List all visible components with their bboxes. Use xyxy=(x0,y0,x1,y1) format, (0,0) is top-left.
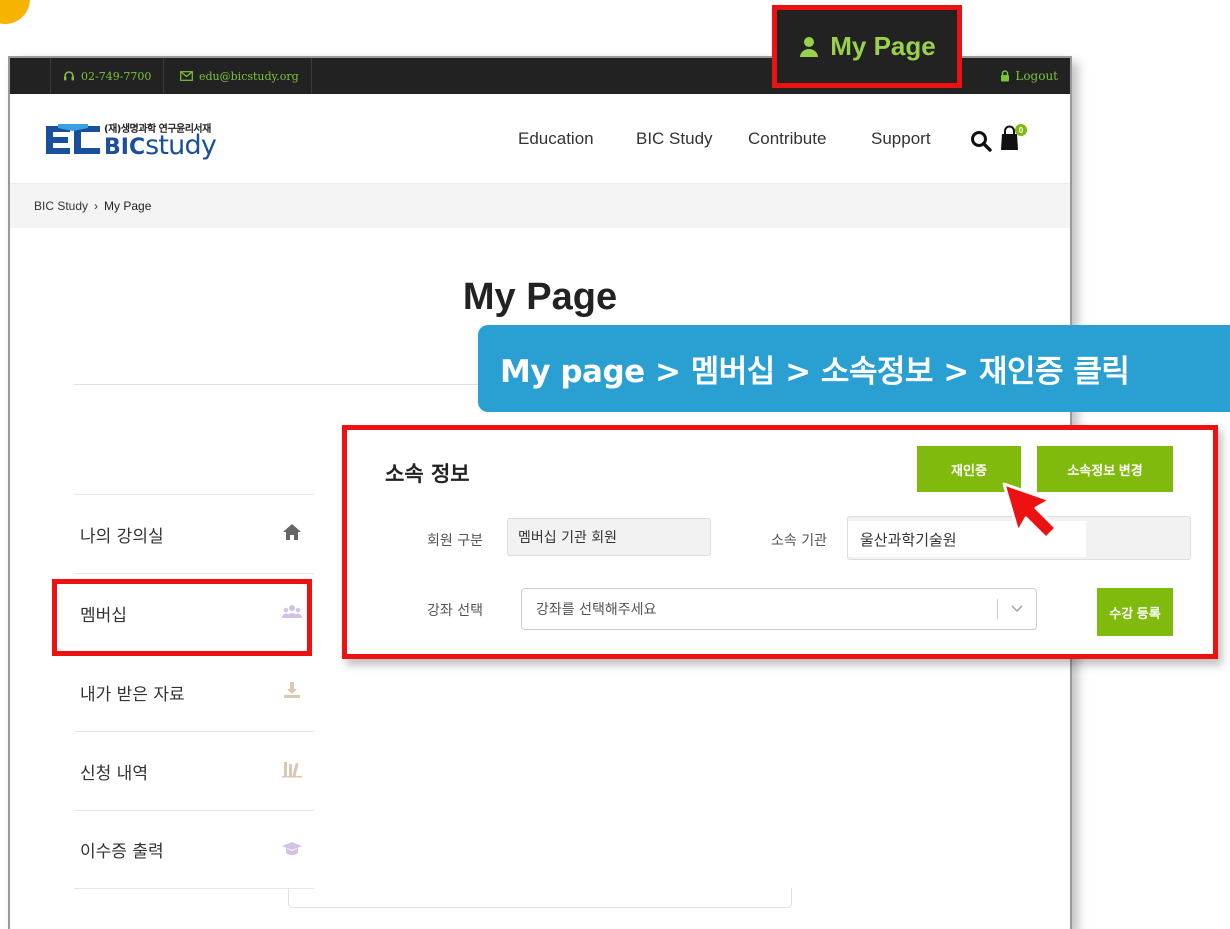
pointer-arrow-icon xyxy=(1002,482,1058,540)
books-icon xyxy=(282,762,302,778)
logout-label: Logout xyxy=(1015,69,1058,83)
phone-number: 02-749-7700 xyxy=(81,69,152,83)
nav-education[interactable]: Education xyxy=(518,94,594,184)
logo-brand-light: study xyxy=(145,130,217,161)
select-separator xyxy=(997,599,998,619)
sidebar-item-my-materials[interactable]: 내가 받은 자료 xyxy=(74,652,314,731)
nav-support[interactable]: Support xyxy=(871,94,931,184)
sidebar-item-label: 이수증 출력 xyxy=(80,842,164,862)
page-title: My Page xyxy=(462,276,618,318)
breadcrumb: BIC Study › My Page xyxy=(10,184,1070,228)
cart-count: 0 xyxy=(1019,126,1024,135)
breadcrumb-parent[interactable]: BIC Study xyxy=(34,199,88,213)
affiliation-panel: 소속 정보 재인증 소속정보 변경 회원 구분 멤버십 기관 회원 소속 기관 … xyxy=(342,425,1218,659)
member-type-field: 멤버십 기관 회원 xyxy=(507,518,711,556)
envelope-icon xyxy=(180,71,193,81)
site-header: (재)생명과학 연구윤리서재 BICstudy Education BIC St… xyxy=(10,94,1070,184)
phone-contact[interactable]: 02-749-7700 xyxy=(50,58,165,94)
course-label: 강좌 선택 xyxy=(427,603,483,619)
logout-link[interactable]: Logout xyxy=(1000,58,1058,94)
my-page-callout-label: My Page xyxy=(830,31,936,61)
email-address: edu@bicstudy.org xyxy=(199,69,299,83)
sidebar-item-label: 내가 받은 자료 xyxy=(80,684,185,705)
logo-mark-icon xyxy=(46,124,100,154)
headset-icon xyxy=(64,71,74,81)
search-icon[interactable] xyxy=(970,130,992,152)
nav-contribute[interactable]: Contribute xyxy=(748,94,826,184)
member-type-value: 멤버십 기관 회원 xyxy=(518,530,618,546)
download-icon xyxy=(284,682,300,698)
tutorial-screenshot: 02-749-7700 edu@bicstudy.org Logout (재)생… xyxy=(0,0,1230,929)
instruction-banner: My page > 멤버십 > 소속정보 > 재인증 클릭 xyxy=(478,325,1230,412)
affiliation-title: 소속 정보 xyxy=(385,462,470,486)
my-page-callout[interactable]: My Page xyxy=(772,5,962,88)
org-label: 소속 기관 xyxy=(771,533,827,549)
decorative-circle xyxy=(0,0,30,24)
lock-icon xyxy=(1001,70,1010,82)
course-select-placeholder: 강좌를 선택해주세요 xyxy=(536,602,657,618)
membership-highlight xyxy=(52,579,312,656)
content-panel-edge xyxy=(288,888,792,908)
email-contact[interactable]: edu@bicstudy.org xyxy=(168,58,312,94)
shopping-bag-icon[interactable]: 0 xyxy=(1000,122,1030,152)
nav-bic-study[interactable]: BIC Study xyxy=(636,94,713,184)
sidebar-item-applications[interactable]: 신청 내역 xyxy=(74,731,314,810)
enroll-button[interactable]: 수강 등록 xyxy=(1097,588,1173,636)
sidebar-item-label: 나의 강의실 xyxy=(80,526,164,547)
member-type-label: 회원 구분 xyxy=(427,533,483,549)
breadcrumb-current: My Page xyxy=(104,199,152,213)
logo-wordmark: BICstudy xyxy=(104,130,217,162)
course-select[interactable]: 강좌를 선택해주세요 xyxy=(521,588,1037,630)
chevron-down-icon[interactable] xyxy=(1010,603,1024,615)
mypage-sidebar: 나의 강의실 멤버십 내가 받은 자료 신청 내역 이수증 출력 xyxy=(74,494,314,889)
title-divider xyxy=(74,384,494,385)
breadcrumb-separator: › xyxy=(94,199,99,213)
user-icon xyxy=(800,36,819,57)
home-icon xyxy=(283,524,301,540)
sidebar-item-my-classroom[interactable]: 나의 강의실 xyxy=(74,494,314,573)
sidebar-item-label: 신청 내역 xyxy=(80,763,148,784)
graduation-cap-icon xyxy=(282,842,302,855)
site-logo[interactable]: (재)생명과학 연구윤리서재 BICstudy xyxy=(44,118,244,162)
logo-brand-bold: BIC xyxy=(104,135,146,160)
sidebar-item-certificate-print[interactable]: 이수증 출력 xyxy=(74,810,314,889)
